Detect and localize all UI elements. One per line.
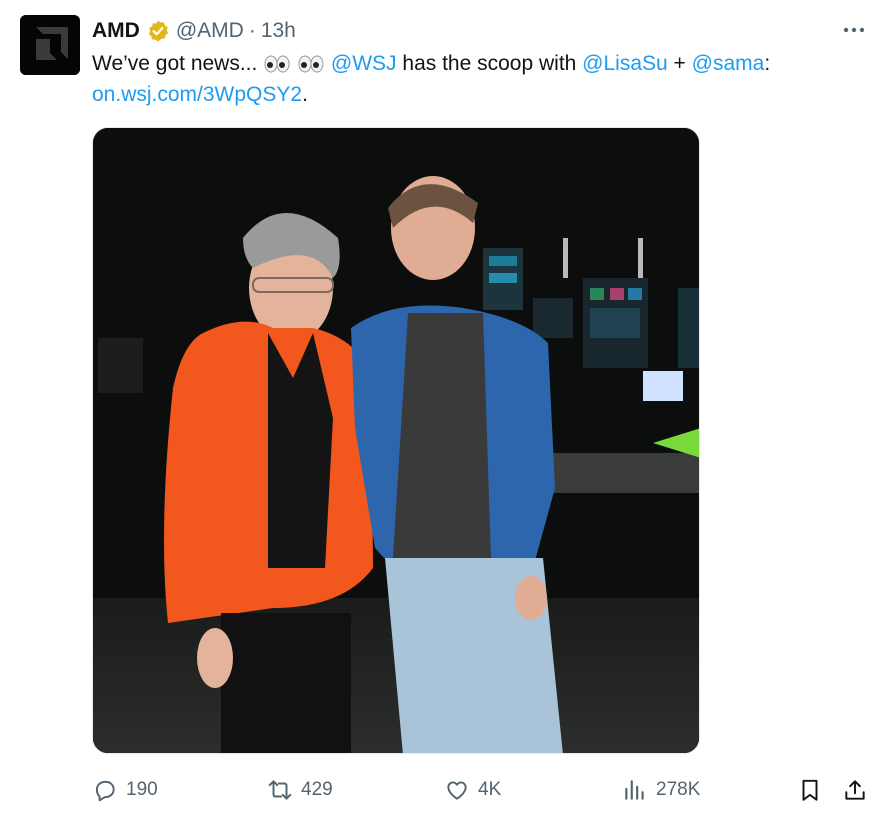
share-button[interactable] <box>842 773 868 807</box>
author-name[interactable]: AMD <box>92 19 140 43</box>
share-icon <box>845 780 865 800</box>
like-count: 4K <box>478 779 502 800</box>
tweet-text: We’ve got news... @WSJ has the scoop wit… <box>92 48 862 110</box>
tweet-text-mid: has the scoop with <box>402 52 577 75</box>
bookmark-button[interactable] <box>797 773 823 807</box>
mention-wsj[interactable]: @WSJ <box>331 52 397 75</box>
amd-logo-icon <box>20 15 80 75</box>
period: . <box>302 83 308 106</box>
repost-count: 429 <box>301 779 333 800</box>
photo-two-people <box>93 128 699 753</box>
reply-count: 190 <box>126 779 158 800</box>
tweet-timestamp[interactable]: 13h <box>261 19 296 43</box>
reply-button[interactable]: 190 <box>92 773 158 807</box>
avatar[interactable] <box>20 15 80 75</box>
tweet-photo[interactable] <box>92 127 700 754</box>
verified-badge-icon <box>148 20 168 42</box>
repost-icon <box>268 780 292 800</box>
views-icon <box>625 780 644 800</box>
like-icon <box>447 781 467 800</box>
tweet-text-intro: We’ve got news... <box>92 52 258 75</box>
mention-sama[interactable]: @sama <box>692 52 765 75</box>
like-button[interactable]: 4K <box>444 773 501 807</box>
reply-icon <box>95 780 115 802</box>
repost-button[interactable]: 429 <box>267 773 333 807</box>
views-button[interactable]: 278K <box>622 773 700 807</box>
more-icon[interactable] <box>841 22 867 38</box>
article-link[interactable]: on.wsj.com/3WpQSY2 <box>92 83 302 106</box>
mention-lisasu[interactable]: @LisaSu <box>582 52 668 75</box>
tweet-header: AMD @AMD · 13h <box>92 16 296 46</box>
eyes-emoji-icon <box>298 55 324 73</box>
separator-dot: · <box>248 19 256 42</box>
author-handle[interactable]: @AMD <box>176 19 244 43</box>
views-count: 278K <box>656 779 701 800</box>
tweet-actions: 190 429 4K 278K <box>92 773 872 807</box>
eyes-emoji-icon <box>264 55 290 73</box>
colon: : <box>764 52 771 75</box>
plus-sign: + <box>673 52 686 75</box>
bookmark-icon <box>802 779 818 801</box>
